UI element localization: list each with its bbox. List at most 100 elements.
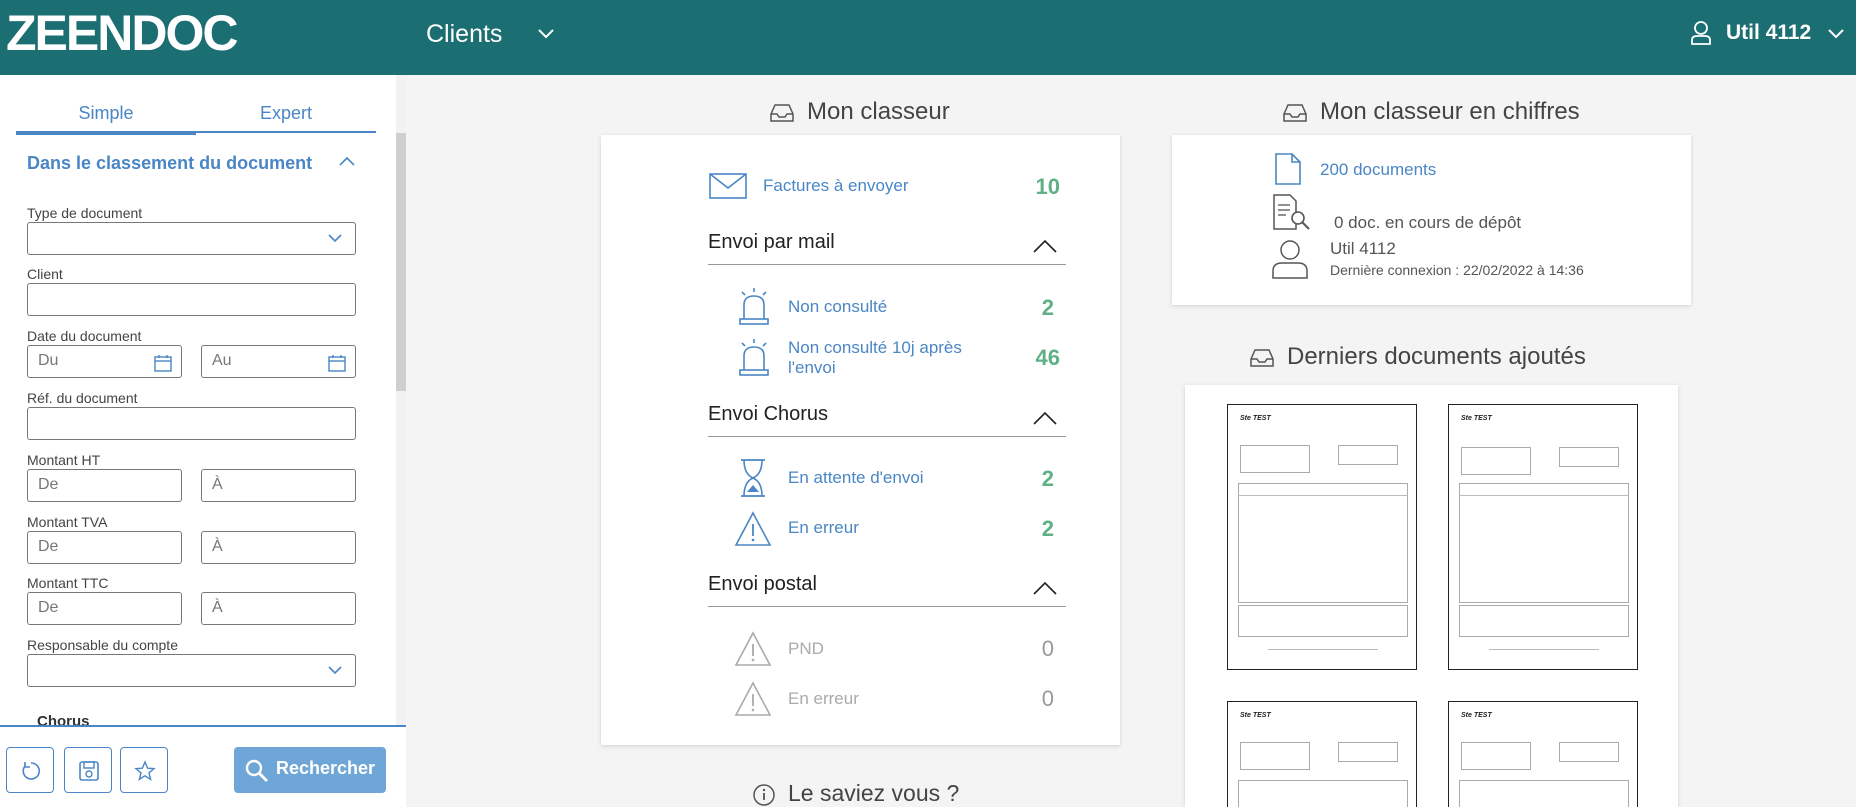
document-thumbnail[interactable]: Ste TEST bbox=[1448, 701, 1638, 807]
last-login: Dernière connexion : 22/02/2022 à 14:36 bbox=[1330, 262, 1584, 278]
scrollbar-thumb[interactable] bbox=[396, 133, 406, 391]
chevron-up-icon[interactable] bbox=[1032, 409, 1058, 427]
mon-classeur-title: Mon classeur bbox=[807, 98, 950, 125]
tab-expert[interactable]: Expert bbox=[196, 103, 376, 124]
montant-tva-from-input[interactable]: De bbox=[27, 531, 182, 564]
thumb-block bbox=[1240, 742, 1310, 770]
montant-tva-label: Montant TVA bbox=[27, 514, 108, 530]
document-thumbnail[interactable]: Ste TEST bbox=[1448, 404, 1638, 670]
thumb-line bbox=[1459, 495, 1629, 496]
favorite-button[interactable] bbox=[120, 747, 168, 793]
envoi-chorus-header[interactable]: Envoi Chorus bbox=[708, 403, 1066, 437]
search-button[interactable]: Rechercher bbox=[234, 747, 386, 793]
placeholder: À bbox=[212, 538, 223, 555]
ref-document-input[interactable] bbox=[27, 407, 356, 440]
envoi-mail-title: Envoi par mail bbox=[708, 231, 835, 253]
non-consulte-count[interactable]: 2 bbox=[1014, 295, 1054, 321]
montant-ttc-from-input[interactable]: De bbox=[27, 592, 182, 625]
chorus-erreur-count[interactable]: 2 bbox=[1014, 516, 1054, 542]
reset-button[interactable] bbox=[6, 747, 54, 793]
calendar-icon[interactable] bbox=[327, 353, 347, 373]
chevron-down-icon[interactable] bbox=[536, 24, 556, 44]
document-icon bbox=[1275, 153, 1301, 185]
date-to-input[interactable]: Au bbox=[201, 345, 356, 378]
montant-ht-from-input[interactable]: De bbox=[27, 469, 182, 502]
montant-tva-to-input[interactable]: À bbox=[201, 531, 356, 564]
factures-count[interactable]: 10 bbox=[1020, 174, 1060, 200]
section-title[interactable]: Dans le classement du document bbox=[27, 153, 312, 174]
thumb-title: Ste TEST bbox=[1461, 415, 1492, 422]
placeholder: De bbox=[38, 476, 59, 493]
warning-icon bbox=[734, 631, 772, 666]
postal-erreur-link[interactable]: En erreur bbox=[788, 689, 859, 709]
calendar-icon[interactable] bbox=[153, 353, 173, 373]
thumb-line bbox=[1238, 495, 1408, 496]
thumb-line bbox=[1489, 649, 1599, 650]
chiffres-title: Mon classeur en chiffres bbox=[1320, 98, 1580, 125]
chevron-up-icon[interactable] bbox=[1032, 579, 1058, 597]
date-from-input[interactable]: Du bbox=[27, 345, 182, 378]
chevron-down-icon bbox=[328, 666, 342, 675]
placeholder: À bbox=[212, 476, 223, 493]
star-icon bbox=[134, 760, 156, 781]
non-consulte-10j-link[interactable]: Non consulté 10j après l'envoi bbox=[788, 338, 962, 378]
label-line-2: l'envoi bbox=[788, 358, 836, 377]
chorus-erreur-link[interactable]: En erreur bbox=[788, 518, 859, 538]
type-document-label: Type de document bbox=[27, 205, 143, 221]
date-from-placeholder: Du bbox=[38, 352, 59, 369]
inbox-icon bbox=[1250, 349, 1274, 367]
thumb-block bbox=[1461, 742, 1531, 770]
user-icon bbox=[1691, 21, 1711, 45]
attente-envoi-link[interactable]: En attente d'envoi bbox=[788, 468, 924, 488]
warning-icon bbox=[734, 681, 772, 716]
document-thumbnail[interactable]: Ste TEST bbox=[1227, 701, 1417, 807]
montant-ht-to-input[interactable]: À bbox=[201, 469, 356, 502]
client-input[interactable] bbox=[27, 283, 356, 316]
thumb-title: Ste TEST bbox=[1240, 415, 1271, 422]
chevron-up-icon[interactable] bbox=[1032, 237, 1058, 255]
search-actions-bar: Rechercher bbox=[0, 725, 406, 807]
pnd-count[interactable]: 0 bbox=[1014, 636, 1054, 662]
postal-erreur-count[interactable]: 0 bbox=[1014, 686, 1054, 712]
envoi-mail-header[interactable]: Envoi par mail bbox=[708, 231, 1066, 265]
non-consulte-link[interactable]: Non consulté bbox=[788, 297, 887, 317]
module-selector-label[interactable]: Clients bbox=[426, 20, 502, 49]
non-consulte-10j-count[interactable]: 46 bbox=[1020, 345, 1060, 371]
save-icon bbox=[79, 761, 99, 781]
le-saviez-vous-heading: Le saviez vous ? bbox=[753, 780, 959, 807]
documents-count-link[interactable]: 200 documents bbox=[1320, 160, 1436, 180]
info-icon bbox=[753, 784, 775, 806]
chevron-up-icon[interactable] bbox=[338, 153, 356, 169]
hourglass-icon bbox=[741, 459, 765, 497]
responsable-select[interactable] bbox=[27, 654, 356, 687]
chevron-down-icon[interactable] bbox=[1826, 24, 1846, 44]
depot-status: 0 doc. en cours de dépôt bbox=[1334, 213, 1522, 232]
label-line-1: Non consulté 10j après bbox=[788, 338, 962, 357]
montant-ttc-to-input[interactable]: À bbox=[201, 592, 356, 625]
attente-envoi-count[interactable]: 2 bbox=[1014, 466, 1054, 492]
user-name-stat: Util 4112 bbox=[1330, 239, 1396, 258]
thumb-table bbox=[1238, 780, 1408, 807]
logo[interactable]: ZEENDOC bbox=[6, 8, 238, 58]
thumb-block bbox=[1559, 447, 1619, 467]
type-document-select[interactable] bbox=[27, 222, 356, 255]
save-search-button[interactable] bbox=[64, 747, 112, 793]
placeholder: À bbox=[212, 599, 223, 616]
pnd-link[interactable]: PND bbox=[788, 639, 824, 659]
chorus-section-title[interactable]: Chorus bbox=[37, 713, 90, 725]
envoi-postal-title: Envoi postal bbox=[708, 573, 817, 595]
tab-simple[interactable]: Simple bbox=[16, 103, 196, 124]
thumb-totals bbox=[1459, 605, 1629, 637]
inbox-icon bbox=[770, 104, 794, 122]
date-document-label: Date du document bbox=[27, 328, 142, 344]
placeholder: De bbox=[38, 538, 59, 555]
document-thumbnail[interactable]: Ste TEST bbox=[1227, 404, 1417, 670]
alarm-icon bbox=[739, 288, 769, 325]
refresh-icon bbox=[22, 762, 41, 780]
mon-classeur-heading: Mon classeur bbox=[770, 98, 950, 126]
user-menu-name[interactable]: Util 4112 bbox=[1726, 21, 1811, 45]
factures-link[interactable]: Factures à envoyer bbox=[763, 176, 909, 196]
envoi-postal-header[interactable]: Envoi postal bbox=[708, 573, 1066, 607]
user-icon bbox=[1272, 240, 1308, 279]
inbox-icon bbox=[1283, 104, 1307, 122]
